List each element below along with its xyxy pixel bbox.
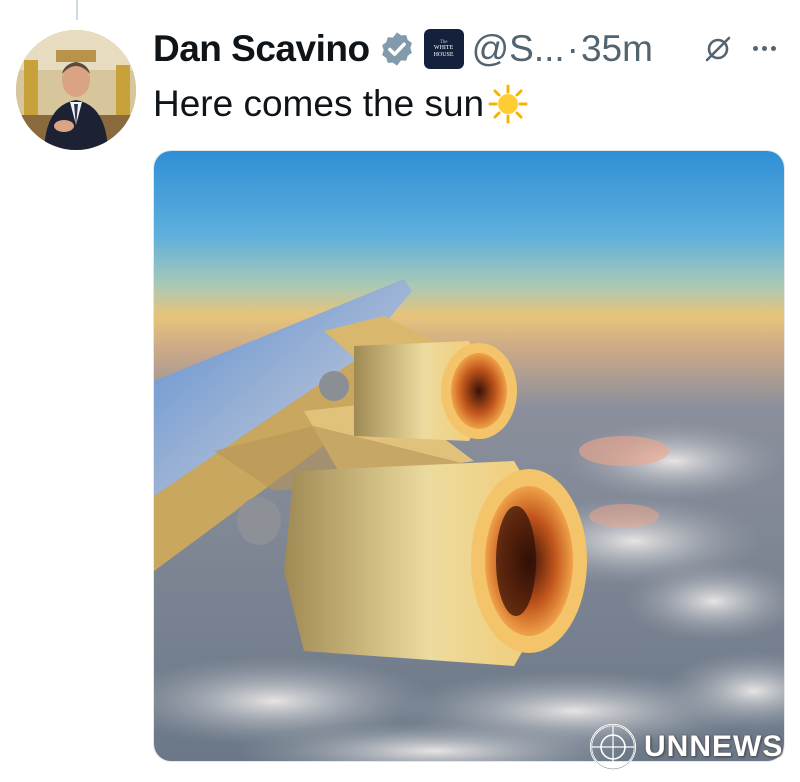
org-badge-line2: HOUSE — [433, 51, 454, 58]
header-separator: · — [566, 28, 579, 69]
un-emblem-icon — [589, 723, 637, 771]
more-dot — [770, 45, 776, 51]
watermark: UNNEWS — [588, 722, 783, 772]
tweet-timestamp[interactable]: 35m — [581, 28, 653, 70]
author-name[interactable]: Dan Scavino — [153, 28, 370, 70]
org-badge-line1: WHITE — [433, 45, 454, 52]
org-badge-icon[interactable]: The WHITE HOUSE — [423, 29, 464, 69]
thread-connector-line — [76, 0, 78, 20]
author-handle[interactable]: @S... — [472, 28, 565, 70]
more-dot — [761, 45, 767, 51]
airplane-wing-photo — [154, 151, 784, 761]
watermark-text: UNNEWS — [644, 730, 784, 763]
author-avatar[interactable] — [16, 30, 136, 150]
tweet-body: Here comes the sun — [153, 82, 528, 126]
verified-badge-icon — [378, 30, 416, 68]
grok-icon[interactable] — [702, 33, 734, 65]
tweet-text: Here comes the sun — [153, 83, 485, 124]
more-options-icon[interactable] — [744, 30, 784, 66]
tweet-media-image[interactable] — [153, 150, 785, 762]
sun-emoji-icon — [488, 84, 528, 124]
tweet-header: Dan Scavino The WHITE HOUSE @S... · 35m — [153, 24, 653, 74]
more-dot — [752, 45, 758, 51]
avatar-photo — [16, 30, 136, 150]
